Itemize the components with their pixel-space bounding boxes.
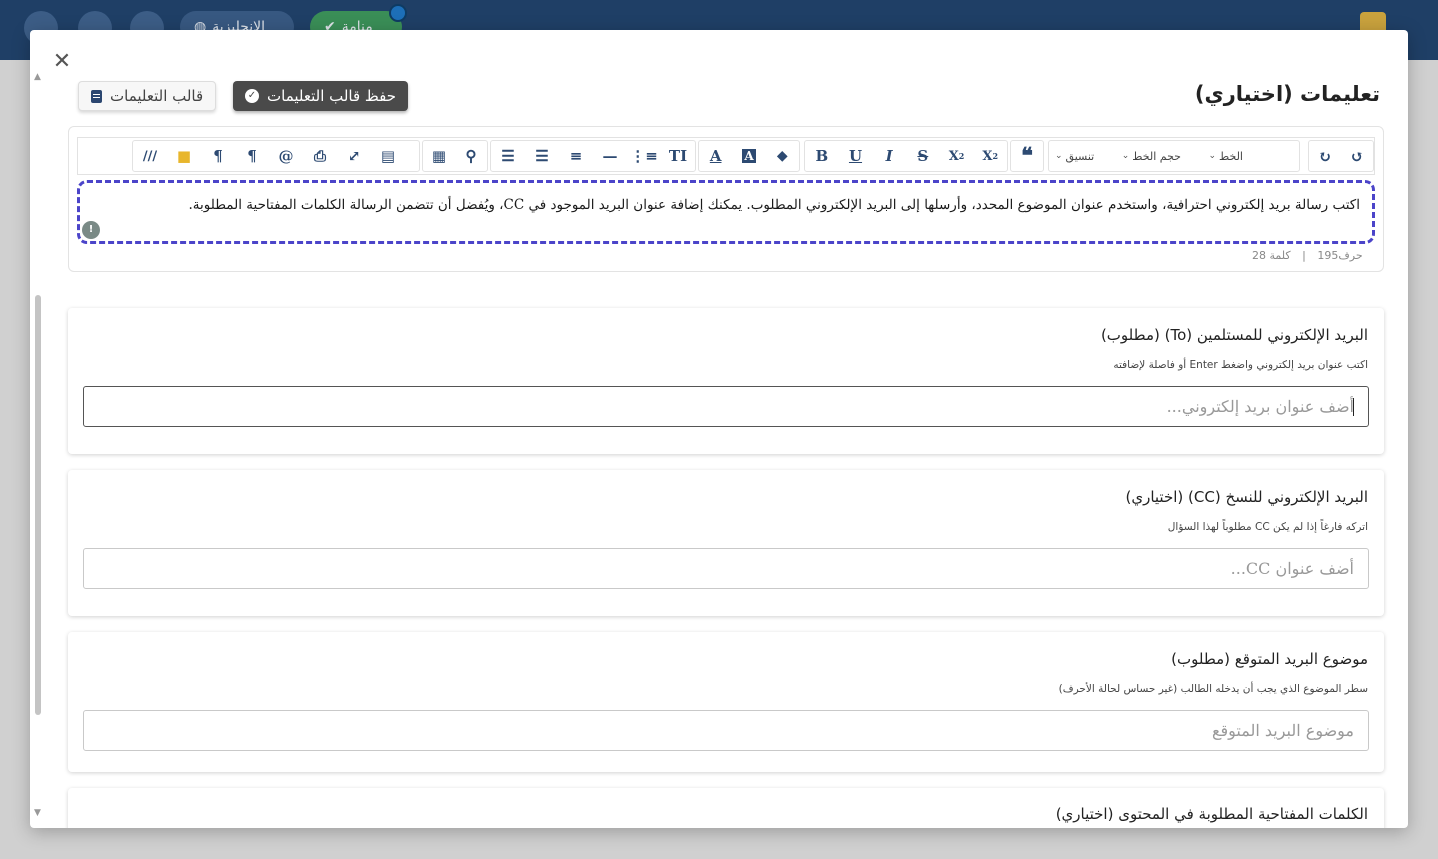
instructions-template-button[interactable]: قالب التعليمات (78, 81, 217, 111)
modal-title: تعليمات (اختياري) (1194, 82, 1380, 106)
font-size-select[interactable]: حجم الخط ⌄ (1116, 140, 1187, 172)
cc-email-input[interactable]: أضف عنوان CC... (83, 548, 1369, 589)
instructions-modal: ✕ ▲ ▼ تعليمات (اختياري) ✓ حفظ قالب التعل… (30, 30, 1408, 828)
close-icon[interactable]: ✕ (50, 50, 74, 74)
template-button-label: قالب التعليمات (110, 87, 204, 105)
to-email-input[interactable]: أضف عنوان بريد إلكتروني... (83, 386, 1369, 427)
outdent-icon[interactable]: ☰ (491, 140, 525, 172)
special-char-icon[interactable]: /// (133, 140, 167, 172)
font-selects-group: تنسيق ⌄ حجم الخط ⌄ الخط ⌄ (1048, 140, 1300, 172)
counter-separator: | (1302, 249, 1306, 262)
horizontal-rule-icon[interactable]: — (593, 140, 627, 172)
subscript-icon[interactable]: X2 (940, 140, 974, 172)
underline-icon[interactable]: U (839, 140, 873, 172)
subject-field-card: موضوع البريد المتوقع (مطلوب) سطر الموضوع… (68, 632, 1384, 772)
warning-icon[interactable]: ! (82, 221, 100, 239)
format-select[interactable]: تنسيق ⌄ (1049, 140, 1100, 172)
superscript-icon[interactable]: X2 (973, 140, 1007, 172)
font-select[interactable]: الخط ⌄ (1202, 140, 1249, 172)
paragraph-group: ☰ ☰ ≡ — ⋮≡ TI (490, 140, 696, 172)
format-select-label: تنسيق (1065, 149, 1095, 163)
text-style-group: B U I S X2 X2 (804, 140, 1008, 172)
strikethrough-icon[interactable]: S (906, 140, 940, 172)
link-icon[interactable]: ⚲ (455, 140, 487, 172)
text-caret (1353, 398, 1354, 416)
font-size-select-label: حجم الخط (1132, 149, 1181, 163)
highlight-icon[interactable]: A (732, 140, 765, 172)
subject-field-hint: سطر الموضوع الذي يجب أن يدخله الطالب (غي… (1058, 683, 1368, 695)
indent-icon[interactable]: ☰ (525, 140, 559, 172)
indicator-dot (389, 4, 407, 22)
folder-icon[interactable]: ■ (167, 140, 201, 172)
cc-field-card: البريد الإلكتروني للنسخ (CC) (اختياري) ا… (68, 470, 1384, 616)
document-icon (91, 89, 102, 103)
redo-icon[interactable]: ↺ (1341, 140, 1373, 172)
print-icon[interactable]: ⎙ (303, 140, 337, 172)
cc-email-placeholder: أضف عنوان CC... (1230, 559, 1354, 578)
bold-icon[interactable]: B (805, 140, 839, 172)
check-circle-icon: ✓ (245, 89, 259, 103)
rich-text-editor: ↻ ↺ تنسيق ⌄ حجم الخط ⌄ الخط ⌄ ❝ B U I S X2 … (68, 126, 1384, 272)
cc-field-label: البريد الإلكتروني للنسخ (CC) (اختياري) (1125, 488, 1369, 506)
word-count: كلمة 28 (1252, 249, 1291, 262)
table-icon[interactable]: ▦ (423, 140, 455, 172)
save-template-label: حفظ قالب التعليمات (267, 87, 397, 105)
ordered-list-icon[interactable]: ⋮≡ (627, 140, 661, 172)
save-template-button[interactable]: ✓ حفظ قالب التعليمات (233, 81, 409, 111)
italic-icon[interactable]: I (872, 140, 906, 172)
font-color-icon[interactable]: A (699, 140, 732, 172)
chevron-down-icon: ⌄ (1055, 151, 1063, 161)
scroll-down-arrow[interactable]: ▼ (34, 808, 41, 818)
blockquote-icon[interactable]: ❝ (1011, 140, 1043, 172)
misc-group: /// ■ ¶ ¶ @ ⎙ ⤢ ▤ (132, 140, 420, 172)
font-select-label: الخط (1219, 149, 1243, 163)
keywords-field-label: الكلمات المفتاحية المطلوبة في المحتوى (ا… (1055, 805, 1368, 823)
to-field-label: البريد الإلكتروني للمستلمين (To) (مطلوب) (1100, 326, 1368, 344)
insert-group: ▦ ⚲ (422, 140, 488, 172)
text-size-icon[interactable]: TI (661, 140, 695, 172)
scroll-up-arrow[interactable]: ▲ (34, 72, 41, 82)
rtl-icon[interactable]: ¶ (235, 140, 269, 172)
align-icon[interactable]: ≡ (559, 140, 593, 172)
scrollbar-thumb[interactable] (35, 295, 41, 715)
subject-input[interactable]: موضوع البريد المتوقع (83, 710, 1369, 751)
editor-text: اكتب رسالة بريد إلكتروني احترافية، واستخ… (188, 197, 1361, 213)
subject-placeholder: موضوع البريد المتوقع (1211, 721, 1354, 740)
chevron-down-icon: ⌄ (1208, 151, 1217, 161)
editor-counter: حرف195 | كلمة 28 (1252, 249, 1363, 262)
chevron-down-icon: ⌄ (1121, 151, 1130, 161)
to-field-hint: اكتب عنوان بريد إلكتروني واضغط Enter أو … (1113, 359, 1368, 371)
to-email-placeholder: أضف عنوان بريد إلكتروني... (1166, 397, 1354, 416)
subject-field-label: موضوع البريد المتوقع (مطلوب) (1171, 650, 1368, 668)
fullscreen-icon[interactable]: ⤢ (337, 140, 371, 172)
cc-field-hint: اتركه فارغاً إذا لم يكن CC مطلوباً لهذا … (1167, 521, 1368, 533)
quote-group: ❝ (1010, 140, 1044, 172)
mention-icon[interactable]: @ (269, 140, 303, 172)
editor-content[interactable]: اكتب رسالة بريد إلكتروني احترافية، واستخ… (77, 180, 1375, 244)
color-group: A A ◆ (698, 140, 800, 172)
history-group: ↻ ↺ (1308, 140, 1374, 172)
to-field-card: البريد الإلكتروني للمستلمين (To) (مطلوب)… (68, 308, 1384, 454)
ltr-icon[interactable]: ¶ (201, 140, 235, 172)
eraser-icon[interactable]: ◆ (766, 140, 799, 172)
undo-icon[interactable]: ↻ (1309, 140, 1341, 172)
keywords-field-card: الكلمات المفتاحية المطلوبة في المحتوى (ا… (68, 788, 1384, 828)
char-count: حرف195 (1317, 249, 1363, 262)
editor-toolbar: ↻ ↺ تنسيق ⌄ حجم الخط ⌄ الخط ⌄ ❝ B U I S X2 … (77, 137, 1375, 175)
template-icon[interactable]: ▤ (371, 140, 405, 172)
